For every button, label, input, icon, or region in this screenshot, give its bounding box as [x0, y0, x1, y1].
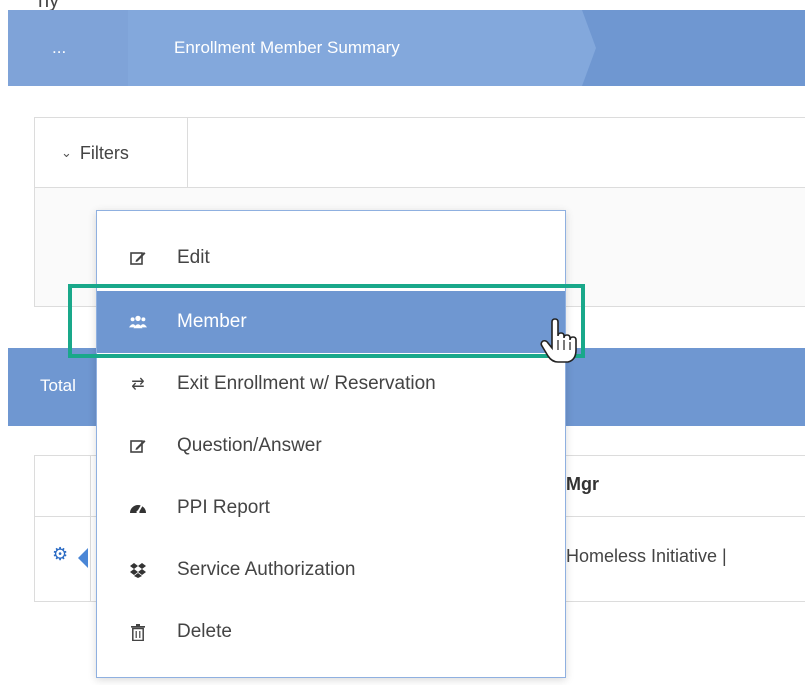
- menu-item-ppi-report[interactable]: PPI Report: [97, 477, 565, 539]
- menu-pointer: [78, 548, 88, 568]
- menu-item-edit[interactable]: Edit: [97, 227, 565, 289]
- total-label: Total: [40, 376, 76, 395]
- menu-item-label: PPI Report: [177, 497, 270, 518]
- breadcrumb-separator: [582, 10, 596, 86]
- breadcrumb-current-label: Enrollment Member Summary: [174, 38, 400, 57]
- menu-item-question-answer[interactable]: Question/Answer: [97, 415, 565, 477]
- column-header-mgr[interactable]: Mgr: [566, 474, 599, 495]
- edit-icon: [129, 437, 147, 455]
- menu-item-label: Edit: [177, 247, 210, 268]
- filters-label: Filters: [79, 142, 129, 163]
- table-border: [34, 455, 35, 601]
- exchange-icon: ⇄: [131, 376, 145, 393]
- dashboard-icon: [129, 499, 147, 517]
- dropbox-icon: [129, 561, 147, 579]
- menu-item-label: Delete: [177, 621, 232, 642]
- menu-item-label: Question/Answer: [177, 435, 322, 456]
- menu-item-delete[interactable]: Delete: [97, 601, 565, 663]
- table-column-divider: [90, 455, 91, 601]
- highlight-annotation: [68, 284, 585, 358]
- filters-toggle[interactable]: ⌄ Filters: [35, 118, 188, 188]
- breadcrumb-current[interactable]: Enrollment Member Summary: [128, 10, 582, 86]
- breadcrumb-ellipsis[interactable]: ...: [8, 10, 128, 86]
- edit-icon: [129, 249, 147, 267]
- breadcrumb: ... Enrollment Member Summary: [8, 10, 805, 86]
- menu-item-exit-enrollment[interactable]: ⇄ Exit Enrollment w/ Reservation: [97, 353, 565, 415]
- hand-cursor-icon: [540, 318, 578, 369]
- menu-item-label: Service Authorization: [177, 559, 356, 580]
- breadcrumb-ellipsis-label: ...: [52, 38, 67, 57]
- table-cell-initiative: Homeless Initiative |: [566, 546, 727, 566]
- menu-item-service-authorization[interactable]: Service Authorization: [97, 539, 565, 601]
- gear-icon[interactable]: ⚙: [52, 544, 68, 565]
- trash-icon: [129, 623, 147, 641]
- chevron-down-icon: ⌄: [61, 145, 72, 160]
- row-action-menu: Edit Member ⇄ Exit Enrollment w/ Reserva…: [96, 210, 566, 678]
- menu-item-label: Exit Enrollment w/ Reservation: [177, 373, 436, 394]
